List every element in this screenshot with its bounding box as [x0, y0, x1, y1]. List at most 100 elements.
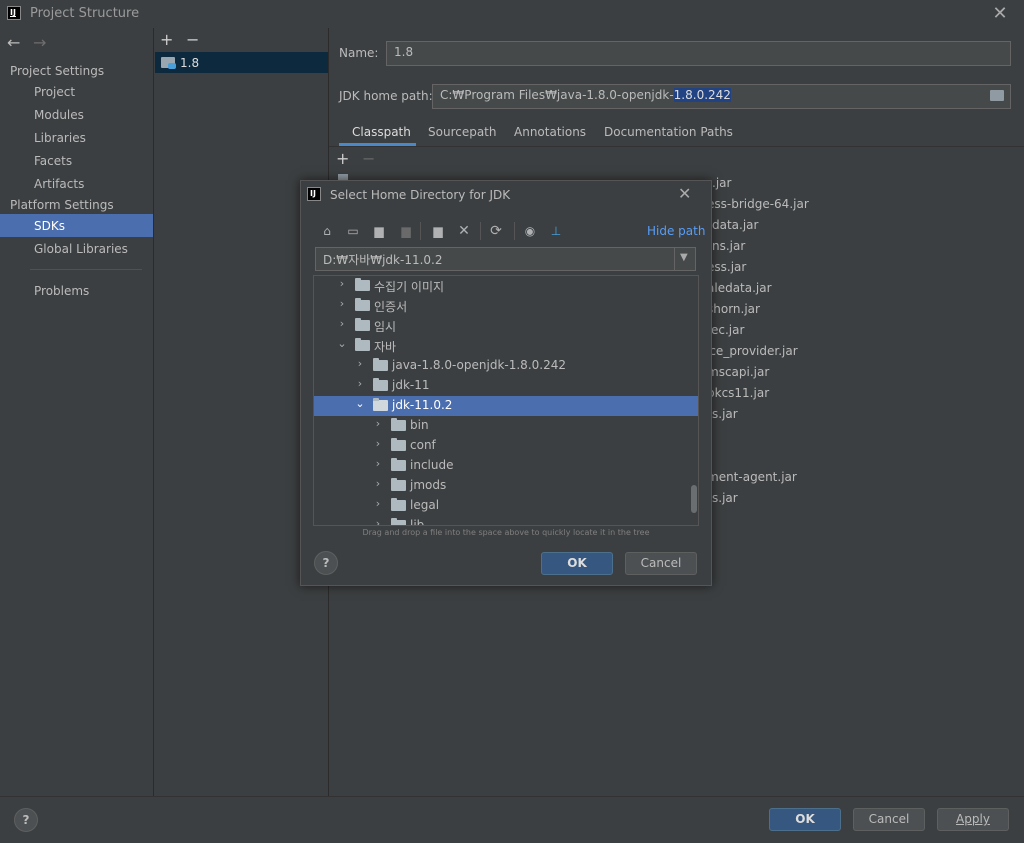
- tree-node[interactable]: › java-1.8.0-openjdk-1.8.0.242: [314, 356, 698, 376]
- chevron-right-icon[interactable]: ›: [372, 437, 384, 450]
- chevron-right-icon[interactable]: ›: [372, 497, 384, 510]
- browse-folder-icon[interactable]: [990, 90, 1004, 101]
- ok-button[interactable]: OK: [769, 808, 841, 831]
- tab-sourcepath[interactable]: Sourcepath: [428, 125, 497, 139]
- arrow-left-icon[interactable]: ←: [7, 33, 20, 52]
- tree-scrollbar-thumb[interactable]: [691, 485, 697, 513]
- classpath-entry[interactable]: s.jar: [712, 491, 738, 505]
- help-button[interactable]: ?: [14, 808, 38, 832]
- dialog-close-icon[interactable]: ✕: [678, 184, 691, 203]
- dialog-title: Select Home Directory for JDK: [330, 188, 511, 202]
- classpath-entry[interactable]: ess-bridge-64.jar: [707, 197, 809, 211]
- hide-path-link[interactable]: Hide path: [647, 224, 705, 238]
- desktop-icon[interactable]: ▭: [345, 223, 361, 239]
- chevron-right-icon[interactable]: ›: [354, 377, 366, 390]
- folder-icon: [391, 458, 406, 471]
- nav-item-problems[interactable]: Problems: [34, 284, 89, 298]
- nav-separator: [30, 269, 142, 270]
- tree-node[interactable]: › jmods: [314, 476, 698, 496]
- home-icon[interactable]: ⌂: [319, 223, 335, 239]
- nav-item-artifacts[interactable]: Artifacts: [34, 177, 84, 191]
- tree-node[interactable]: › 임시: [314, 316, 698, 336]
- add-sdk-button[interactable]: +: [160, 30, 173, 49]
- tree-node[interactable]: › lib: [314, 516, 698, 525]
- chevron-down-icon[interactable]: ▼: [680, 252, 688, 263]
- folder-icon: [391, 518, 406, 525]
- classpath-entry[interactable]: ec.jar: [711, 323, 744, 337]
- classpath-entry[interactable]: s.jar: [712, 407, 738, 421]
- chevron-right-icon[interactable]: ›: [336, 297, 348, 310]
- folder-icon: [355, 338, 370, 351]
- tree-node[interactable]: ⌄ 자바: [314, 336, 698, 356]
- tab-classpath[interactable]: Classpath: [352, 125, 411, 139]
- tree-node-label: conf: [410, 438, 436, 452]
- chevron-right-icon[interactable]: ›: [372, 417, 384, 430]
- tab-annotations[interactable]: Annotations: [514, 125, 586, 139]
- show-hidden-icon[interactable]: ◉: [522, 223, 538, 239]
- project-folder-icon[interactable]: ▆: [371, 223, 387, 239]
- arrow-right-icon[interactable]: →: [33, 33, 46, 52]
- classpath-entry[interactable]: ment-agent.jar: [707, 470, 797, 484]
- chevron-right-icon[interactable]: ›: [372, 457, 384, 470]
- tree-node-label: java-1.8.0-openjdk-1.8.0.242: [392, 358, 566, 372]
- nav-item-libraries[interactable]: Libraries: [34, 131, 86, 145]
- chevron-right-icon[interactable]: ›: [336, 317, 348, 330]
- classpath-entry[interactable]: .jar: [712, 176, 731, 190]
- sdk-list-item-label: 1.8: [180, 56, 200, 70]
- jdk-home-path-field[interactable]: C:₩Program Files₩java-1.8.0-openjdk-1.8.…: [432, 84, 1011, 109]
- nav-item-global-libraries[interactable]: Global Libraries: [34, 242, 128, 256]
- classpath-entry[interactable]: ice_provider.jar: [706, 344, 798, 358]
- dialog-help-button[interactable]: ?: [314, 551, 338, 575]
- refresh-icon[interactable]: ⟳: [488, 223, 504, 239]
- path-combobox[interactable]: D:₩자바₩jdk-11.0.2: [315, 247, 696, 271]
- folder-icon: [355, 318, 370, 331]
- remove-classpath-button[interactable]: −: [362, 149, 375, 168]
- tree-node[interactable]: › include: [314, 456, 698, 476]
- classpath-entry[interactable]: shorn.jar: [707, 302, 760, 316]
- remove-sdk-button[interactable]: −: [186, 30, 199, 49]
- nav-item-sdks[interactable]: SDKs: [34, 219, 65, 233]
- delete-icon[interactable]: ✕: [456, 223, 472, 239]
- dialog-ok-button[interactable]: OK: [541, 552, 613, 575]
- active-tab-indicator: [339, 143, 416, 146]
- chevron-right-icon[interactable]: ›: [354, 357, 366, 370]
- nav-item-project[interactable]: Project: [34, 85, 75, 99]
- chevron-right-icon[interactable]: ›: [372, 517, 384, 525]
- tree-node[interactable]: › legal: [314, 496, 698, 516]
- tree-node-selected[interactable]: ⌄ jdk-11.0.2: [314, 396, 698, 416]
- path-combobox-value: D:₩자바₩jdk-11.0.2: [323, 253, 443, 267]
- classpath-entry[interactable]: ess.jar: [707, 260, 746, 274]
- nav-item-facets[interactable]: Facets: [34, 154, 72, 168]
- chevron-right-icon[interactable]: ›: [372, 477, 384, 490]
- chevron-down-icon[interactable]: ⌄: [354, 397, 366, 410]
- classpath-entry[interactable]: pkcs11.jar: [707, 386, 769, 400]
- close-window-icon[interactable]: ✕: [990, 3, 1010, 24]
- tab-documentation-paths[interactable]: Documentation Paths: [604, 125, 733, 139]
- apply-button[interactable]: Apply: [937, 808, 1009, 831]
- tree-node[interactable]: › jdk-11: [314, 376, 698, 396]
- link-icon[interactable]: ⊥: [548, 223, 564, 239]
- chevron-right-icon[interactable]: ›: [336, 277, 348, 290]
- toolbar-separator: [420, 222, 421, 240]
- tree-node[interactable]: › 인증서: [314, 296, 698, 316]
- toolbar-separator: [514, 222, 515, 240]
- dialog-cancel-button[interactable]: Cancel: [625, 552, 697, 575]
- tree-node[interactable]: › conf: [314, 436, 698, 456]
- classpath-entry[interactable]: aledata.jar: [707, 281, 772, 295]
- classpath-entry[interactable]: ns.jar: [712, 239, 745, 253]
- add-classpath-button[interactable]: +: [336, 149, 349, 168]
- name-field[interactable]: 1.8: [386, 41, 1011, 66]
- chevron-down-icon[interactable]: ⌄: [336, 337, 348, 350]
- platform-settings-header: Platform Settings: [10, 198, 114, 212]
- tree-node-label: 인증서: [374, 300, 408, 314]
- classpath-entry[interactable]: mscapi.jar: [707, 365, 769, 379]
- new-folder-icon[interactable]: ▆: [430, 223, 446, 239]
- tree-node[interactable]: › 수집기 이미지: [314, 276, 698, 296]
- classpath-entry[interactable]: data.jar: [712, 218, 758, 232]
- file-tree[interactable]: › 수집기 이미지 › 인증서 › 임시 ⌄ 자바 › java-1.8.0-openjd…: [313, 275, 699, 526]
- intellij-logo-icon: IJ: [307, 187, 321, 201]
- nav-item-modules[interactable]: Modules: [34, 108, 84, 122]
- module-folder-icon[interactable]: ▆: [398, 223, 414, 239]
- tree-node[interactable]: › bin: [314, 416, 698, 436]
- cancel-button[interactable]: Cancel: [853, 808, 925, 831]
